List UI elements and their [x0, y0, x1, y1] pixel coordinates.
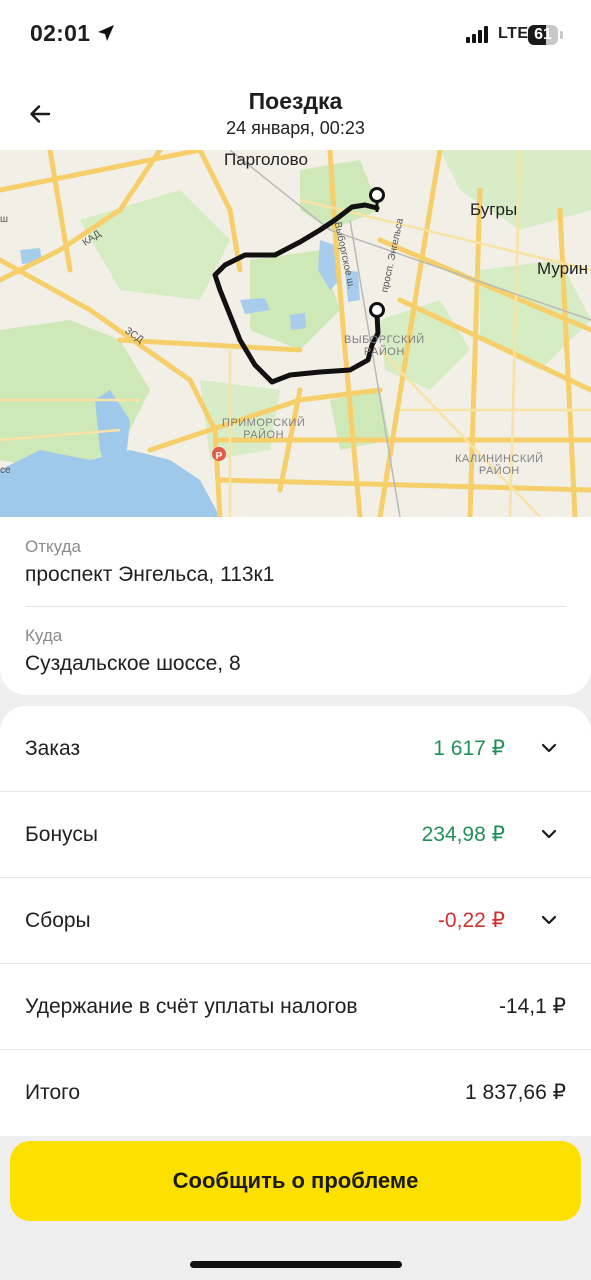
order-amount: 1 617 ₽ [433, 737, 505, 760]
bonuses-amount: 234,98 ₽ [421, 823, 505, 846]
fees-row[interactable]: Сборы -0,22 ₽ [0, 878, 591, 964]
from-address: проспект Энгельса, 113к1 [25, 563, 275, 586]
tax-withholding-label: Удержание в счёт уплаты налогов [25, 995, 358, 1018]
route-address-card: Откуда проспект Энгельса, 113к1 Куда Суз… [0, 517, 591, 695]
total-row: Итого 1 837,66 ₽ [0, 1050, 591, 1136]
map-label-shosse-top: ш [0, 214, 9, 225]
map-label-pargolovo: Парголово [224, 150, 308, 169]
to-label: Куда [25, 626, 63, 645]
fees-label: Сборы [25, 909, 91, 932]
bonuses-row[interactable]: Бонусы 234,98 ₽ [0, 792, 591, 878]
total-amount: 1 837,66 ₽ [465, 1081, 566, 1104]
location-arrow-icon [97, 24, 115, 47]
status-time: 02:01 [30, 20, 91, 46]
battery-tip [560, 31, 563, 39]
total-label: Итого [25, 1081, 81, 1104]
chevron-down-icon [541, 915, 557, 925]
address-divider [25, 606, 566, 607]
page-title: Поездка [248, 88, 343, 114]
map-label-shosse-bottom: се [0, 465, 11, 476]
bonuses-label: Бонусы [25, 823, 98, 846]
battery-percent: 61 [534, 26, 552, 43]
header-area: 02:01 LTE 61 Поездка 24 января, 00:23 [0, 0, 591, 150]
cellular-signal-icon [466, 26, 488, 43]
trip-datetime: 24 января, 00:23 [226, 118, 365, 138]
from-label: Откуда [25, 537, 81, 556]
to-address: Суздальское шоссе, 8 [25, 652, 241, 675]
map-label-primorsky: ПРИМОРСКИЙ РАЙОН [222, 417, 306, 441]
home-indicator[interactable] [190, 1261, 402, 1268]
map-label-kalininsky: КАЛИНИНСКИЙ РАЙОН [455, 453, 544, 477]
map-label-vyborgsky: ВЫБОРГСКИЙ РАЙОН [344, 334, 425, 358]
chevron-down-icon [541, 829, 557, 839]
svg-text:P: P [216, 451, 223, 462]
tax-withholding-amount: -14,1 ₽ [498, 995, 566, 1018]
map-label-murino: Мурин [537, 259, 588, 278]
map-label-bugry: Бугры [470, 200, 518, 219]
network-type: LTE [498, 25, 529, 42]
chevron-down-icon [541, 743, 557, 753]
payment-details-card: Заказ 1 617 ₽ Бонусы 234,98 ₽ Сборы -0,2… [0, 706, 591, 1136]
report-problem-button[interactable]: Сообщить о проблеме [10, 1141, 581, 1221]
battery-icon: 61 [528, 25, 558, 45]
route-map[interactable]: P Парголово Бугры Мурин КАД ЗСД Выборгск… [0, 147, 591, 520]
order-label: Заказ [25, 737, 81, 760]
order-row[interactable]: Заказ 1 617 ₽ [0, 706, 591, 792]
tax-withholding-row: Удержание в счёт уплаты налогов -14,1 ₽ [0, 964, 591, 1050]
fees-amount: -0,22 ₽ [437, 909, 505, 932]
